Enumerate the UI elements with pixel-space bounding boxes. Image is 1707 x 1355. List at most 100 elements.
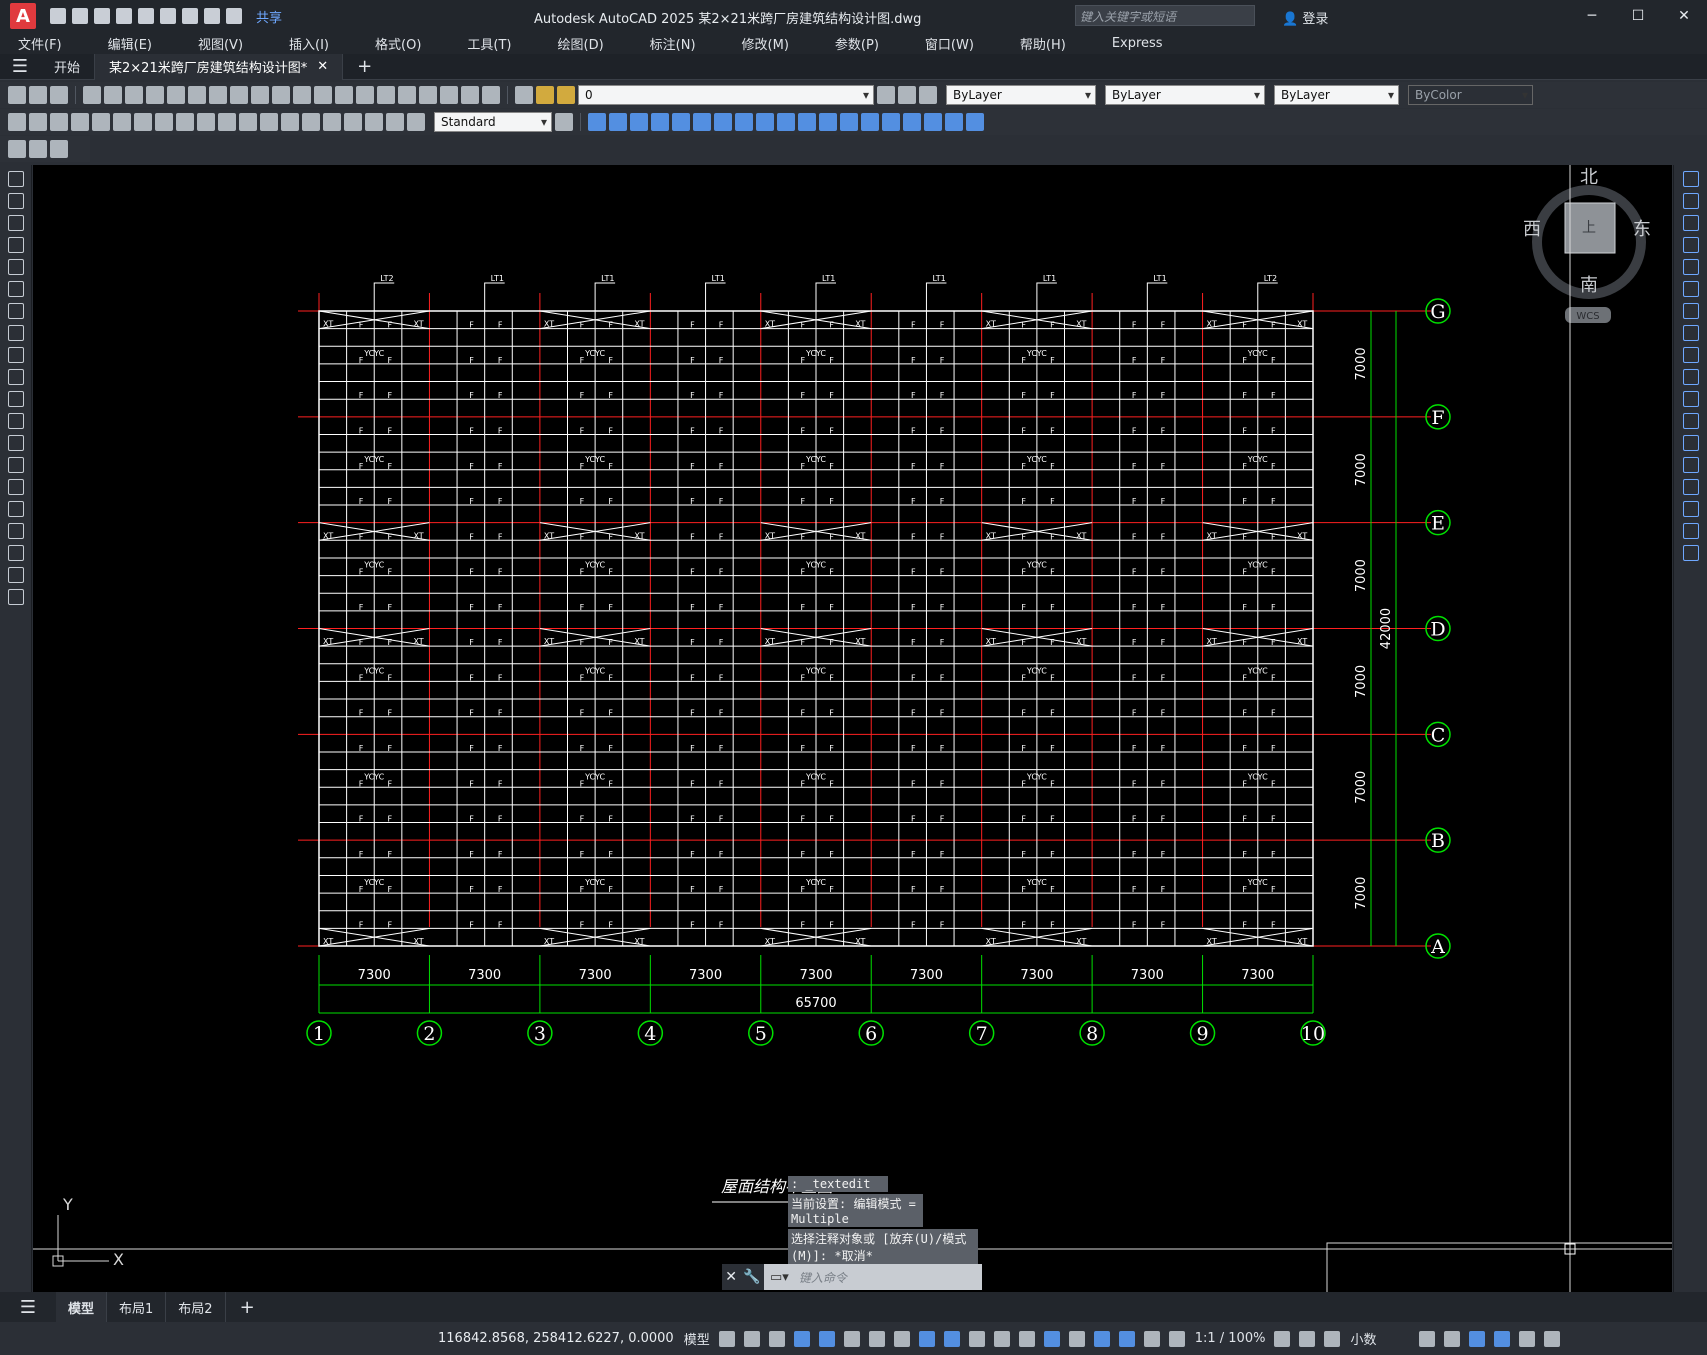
new-tab-icon[interactable]: + — [357, 56, 372, 77]
viewcube[interactable]: 上 北 南 东 西 WCS — [1523, 167, 1651, 323]
blend-curves-icon[interactable] — [1683, 523, 1699, 539]
open-file-icon[interactable] — [72, 8, 88, 24]
redo-icon[interactable] — [226, 8, 242, 24]
customization-icon[interactable] — [1544, 1330, 1561, 1347]
spell-check-icon[interactable] — [50, 140, 68, 158]
menu-format[interactable]: 格式(O) — [375, 34, 421, 53]
layout-tab-model[interactable]: 模型 — [56, 1292, 108, 1322]
units-value[interactable]: 小数 — [1350, 1329, 1410, 1348]
table-icon[interactable] — [8, 545, 24, 561]
save-icon[interactable] — [94, 8, 110, 24]
object-snap-tracking-icon[interactable] — [893, 1330, 910, 1347]
help-search-input[interactable]: 键入关键字或短语 — [1075, 5, 1255, 26]
lock-ui-icon[interactable] — [1444, 1330, 1461, 1347]
rotate-icon[interactable] — [1683, 303, 1699, 319]
selection-filter-icon[interactable] — [1068, 1330, 1085, 1347]
ortho-icon[interactable] — [818, 1330, 835, 1347]
dim-break-icon[interactable] — [260, 113, 278, 131]
slice-icon[interactable] — [903, 113, 921, 131]
tab-start[interactable]: 开始 — [40, 53, 96, 80]
graphics-performance-icon[interactable] — [1494, 1330, 1511, 1347]
sweep-icon[interactable] — [777, 113, 795, 131]
spline-icon[interactable] — [8, 347, 24, 363]
menu-express[interactable]: Express — [1112, 36, 1163, 51]
cut-icon[interactable] — [146, 86, 164, 104]
layer-on-icon[interactable] — [536, 86, 554, 104]
gizmo-icon[interactable] — [1093, 1330, 1110, 1347]
redo-icon[interactable] — [251, 86, 269, 104]
dim-edit-icon[interactable] — [365, 113, 383, 131]
annotation-scale-icon[interactable] — [1168, 1330, 1185, 1347]
scale-icon[interactable] — [1683, 325, 1699, 341]
linear-dim-icon[interactable] — [8, 113, 26, 131]
isodraft-icon[interactable] — [868, 1330, 885, 1347]
aligned-dim-icon[interactable] — [29, 113, 47, 131]
undo-icon[interactable] — [230, 86, 248, 104]
extend-icon[interactable] — [1683, 391, 1699, 407]
plot-icon[interactable] — [83, 86, 101, 104]
paste-icon[interactable] — [188, 86, 206, 104]
sphere-icon[interactable] — [651, 113, 669, 131]
layer-lock-icon[interactable] — [557, 86, 575, 104]
hamburger-menu-icon[interactable]: ☰ — [0, 56, 40, 77]
array-icon[interactable] — [1683, 259, 1699, 275]
snap-icon[interactable] — [743, 1330, 760, 1347]
loft-icon[interactable] — [798, 113, 816, 131]
box-icon[interactable] — [588, 113, 606, 131]
export-icon[interactable] — [138, 8, 154, 24]
minimize-icon[interactable]: ─ — [1569, 0, 1615, 32]
selection-cycling-icon[interactable] — [993, 1330, 1010, 1347]
close-icon[interactable]: ✕ — [1661, 0, 1707, 32]
continue-icon[interactable] — [218, 113, 236, 131]
plot-preview-icon[interactable] — [104, 86, 122, 104]
break-at-point-icon[interactable] — [1683, 413, 1699, 429]
dim-style-icon[interactable] — [555, 113, 573, 131]
help-icon[interactable] — [482, 86, 500, 104]
diameter-icon[interactable] — [134, 113, 152, 131]
dynamic-ucs-icon[interactable] — [1043, 1330, 1060, 1347]
center-mark-icon[interactable] — [302, 113, 320, 131]
chamfer-icon[interactable] — [1683, 479, 1699, 495]
close-tab-icon[interactable]: ✕ — [317, 59, 328, 74]
match-properties-icon[interactable] — [209, 86, 227, 104]
print-icon[interactable] — [182, 8, 198, 24]
radius-icon[interactable] — [92, 113, 110, 131]
polygon-icon[interactable] — [8, 237, 24, 253]
line-icon[interactable] — [8, 171, 24, 187]
zoom-realtime-icon[interactable] — [293, 86, 311, 104]
viewcube-north[interactable]: 北 — [1580, 167, 1598, 188]
command-input[interactable]: 键入命令 — [799, 1269, 847, 1286]
rectangle-icon[interactable] — [8, 259, 24, 275]
layer-properties-icon[interactable] — [515, 86, 533, 104]
maximize-icon[interactable]: ☐ — [1615, 0, 1661, 32]
new-file-icon[interactable] — [50, 8, 66, 24]
menu-draw[interactable]: 绘图(D) — [558, 34, 604, 53]
viewcube-south[interactable]: 南 — [1580, 275, 1598, 296]
torus-icon[interactable] — [693, 113, 711, 131]
menu-help[interactable]: 帮助(H) — [1020, 34, 1066, 53]
undo-icon[interactable] — [204, 8, 220, 24]
sheet-set-icon[interactable] — [419, 86, 437, 104]
quick-dim-icon[interactable] — [176, 113, 194, 131]
coordinate-readout[interactable]: 116842.8568, 258412.6227, 0.0000 — [438, 1331, 674, 1346]
annotation-scale-value[interactable]: 1:1 / 100% — [1195, 1331, 1266, 1346]
angular-icon[interactable] — [155, 113, 173, 131]
layout-tab-1[interactable]: 布局1 — [107, 1292, 167, 1322]
add-selected-icon[interactable] — [8, 589, 24, 605]
cone-icon[interactable] — [630, 113, 648, 131]
hatch-icon[interactable] — [8, 479, 24, 495]
jogged-linear-icon[interactable] — [344, 113, 362, 131]
ellipse-arc-icon[interactable] — [8, 391, 24, 407]
tolerance-icon[interactable] — [281, 113, 299, 131]
pyramid-icon[interactable] — [714, 113, 732, 131]
copy-object-icon[interactable] — [1683, 193, 1699, 209]
tab-drawing[interactable]: 某2×21米跨厂房建筑结构设计图* ✕ — [95, 53, 344, 80]
zoom-window-icon[interactable] — [314, 86, 332, 104]
publish-icon[interactable] — [160, 8, 176, 24]
menu-view[interactable]: 视图(V) — [198, 34, 243, 53]
shell-icon[interactable] — [966, 113, 984, 131]
object-snap-icon[interactable] — [918, 1330, 935, 1347]
trim-icon[interactable] — [1683, 369, 1699, 385]
3d-osnap-icon[interactable] — [1018, 1330, 1035, 1347]
offset-icon[interactable] — [1683, 237, 1699, 253]
